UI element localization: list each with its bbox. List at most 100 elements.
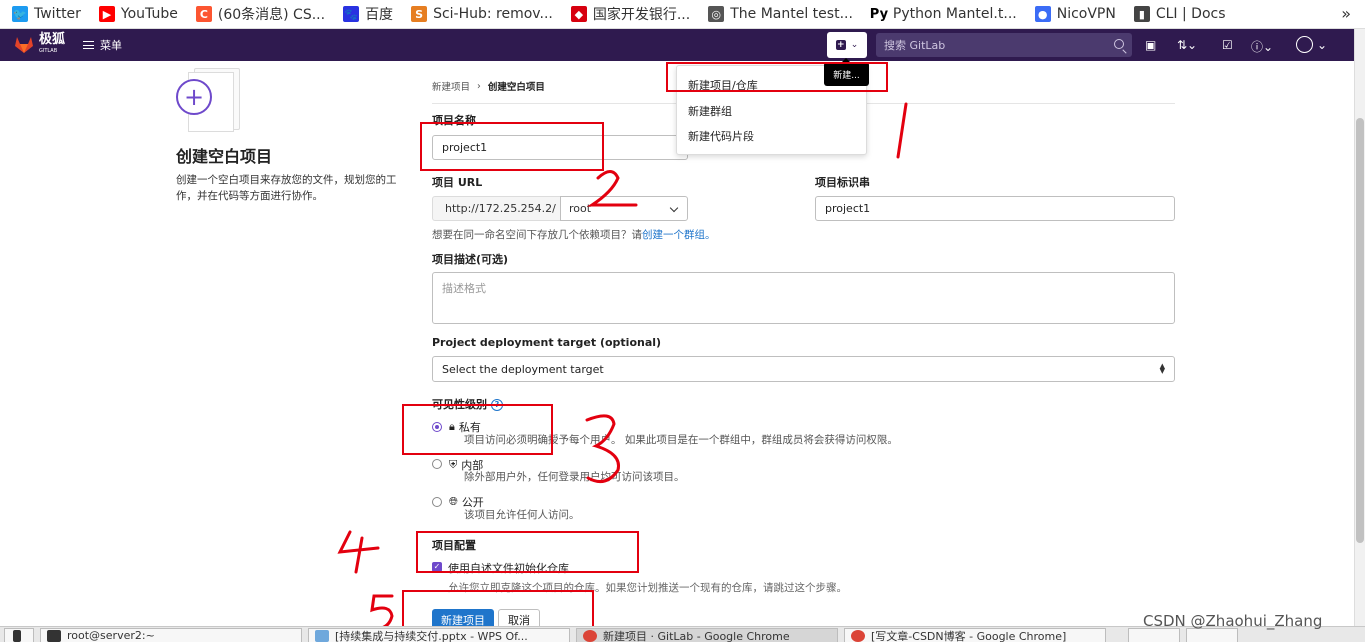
baidu-icon: 🐾 bbox=[343, 6, 360, 22]
create-group-link[interactable]: 创建一个群组。 bbox=[642, 229, 716, 241]
project-slug-label: 项目标识串 bbox=[815, 176, 870, 189]
bookmark-docs[interactable]: ▮ CLI | Docs bbox=[1133, 6, 1226, 22]
docs-icon: ▮ bbox=[1133, 6, 1150, 22]
scihub-icon: S bbox=[411, 6, 428, 22]
globe-icon: ◎ bbox=[708, 6, 725, 22]
project-url-label: 项目 URL bbox=[432, 176, 483, 189]
chevron-down-icon bbox=[669, 203, 679, 213]
gitlab-logo[interactable]: 极狐 GITLAB bbox=[14, 31, 66, 56]
bookmark-baidu[interactable]: 🐾 百度 bbox=[343, 4, 393, 24]
bookmark-label: The Mantel test... bbox=[730, 6, 853, 22]
bookmark-nicovpn[interactable]: ● NicoVPN bbox=[1034, 6, 1116, 22]
todo-icon[interactable]: ☑ bbox=[1222, 38, 1233, 52]
bookmark-label: (60条消息) CS... bbox=[217, 7, 326, 23]
breadcrumb-chevron-icon: › bbox=[477, 80, 481, 92]
fox-logo-icon bbox=[15, 37, 33, 53]
globe-icon: 🌐︎ bbox=[449, 495, 458, 508]
avatar bbox=[1296, 36, 1313, 53]
project-description-textarea[interactable]: 描述格式 bbox=[432, 272, 1175, 324]
logo-text: 极狐 bbox=[39, 31, 66, 47]
bookmark-twitter[interactable]: 🐦 Twitter bbox=[12, 6, 81, 22]
wps-icon bbox=[315, 629, 329, 642]
help-icon[interactable]: ⓘ⌄ bbox=[1251, 38, 1273, 55]
menu-item-new-snippet[interactable]: 新建代码片段 bbox=[688, 128, 754, 144]
logo-subtext: GITLAB bbox=[39, 47, 58, 54]
bookmark-label: Python Mantel.t... bbox=[892, 6, 1017, 22]
bookmark-label: Sci-Hub: remov... bbox=[433, 6, 553, 22]
bookmark-scihub[interactable]: S Sci-Hub: remov... bbox=[411, 6, 553, 22]
workspace-switcher-1[interactable] bbox=[1128, 628, 1180, 642]
blank-project-illustration: + bbox=[176, 68, 240, 132]
bookmark-label: CLI | Docs bbox=[1155, 6, 1226, 22]
annotation-box-2 bbox=[420, 122, 604, 171]
deployment-target-label: Project deployment target (optional) bbox=[432, 336, 662, 349]
more-bookmarks-icon[interactable]: » bbox=[1341, 4, 1351, 23]
group-hint-text: 想要在同一命名空间下存放几个依赖项目？请 bbox=[432, 229, 642, 241]
annotation-number-4 bbox=[337, 530, 380, 574]
new-dropdown-button[interactable]: + ⌄ bbox=[827, 32, 867, 58]
plus-circle-icon: + bbox=[176, 79, 212, 115]
bookmark-cdb[interactable]: ◆ 国家开发银行... bbox=[570, 4, 691, 24]
project-url-prefix: http://172.25.254.2/ bbox=[432, 196, 561, 221]
search-input[interactable]: 搜索 GitLab bbox=[876, 33, 1132, 57]
taskbar-item-chrome-csdn[interactable]: [写文章-CSDN博客 - Google Chrome] bbox=[844, 628, 1106, 642]
visibility-internal-radio[interactable] bbox=[432, 459, 442, 469]
annotation-box-1 bbox=[666, 62, 888, 92]
taskbar-item-chrome-gitlab[interactable]: 新建项目 · GitLab - Google Chrome bbox=[576, 628, 838, 642]
py-icon: Py bbox=[869, 6, 889, 22]
breadcrumb-parent-link[interactable]: 新建项目 bbox=[432, 79, 470, 93]
chrome-icon bbox=[583, 629, 597, 642]
namespace-value: root bbox=[569, 202, 592, 215]
taskbar-item-wps[interactable]: [持续集成与持续交付.pptx - WPS Of... bbox=[308, 628, 570, 642]
bookmarks-bar: 🐦 Twitter ▶ YouTube C (60条消息) CS... 🐾 百度 S Sci-Hu… bbox=[0, 0, 1365, 29]
bookmark-youtube[interactable]: ▶ YouTube bbox=[98, 6, 178, 22]
watermark: CSDN @Zhaohui_Zhang bbox=[1143, 612, 1323, 630]
bookmark-label: NicoVPN bbox=[1056, 6, 1116, 22]
menu-item-new-group[interactable]: 新建群组 bbox=[688, 103, 732, 119]
visibility-public-radio[interactable] bbox=[432, 497, 442, 507]
breadcrumb-current: 创建空白项目 bbox=[487, 82, 545, 93]
user-avatar-menu[interactable]: ⌄ bbox=[1296, 36, 1327, 53]
chevron-down-icon: ⌄ bbox=[850, 40, 859, 50]
bookmark-csdn[interactable]: C (60条消息) CS... bbox=[195, 4, 326, 24]
plus-square-icon: + bbox=[835, 40, 846, 50]
intro-title: 创建空白项目 bbox=[176, 147, 273, 166]
cdb-icon: ◆ bbox=[570, 6, 587, 22]
annotation-box-3 bbox=[402, 404, 553, 455]
visibility-internal-desc: 除外部用户外，任何登录用户均可访问该项目。 bbox=[464, 471, 685, 483]
merge-requests-icon[interactable]: ⇅⌄ bbox=[1177, 38, 1197, 52]
select-arrows-icon: ▲ ▼ bbox=[1159, 362, 1165, 375]
group-hint: 想要在同一命名空间下存放几个依赖项目？请创建一个群组。 bbox=[432, 227, 716, 242]
annotation-number-1 bbox=[896, 102, 908, 159]
issues-icon[interactable]: ▣ bbox=[1145, 38, 1156, 52]
breadcrumb: 新建项目 › 创建空白项目 bbox=[432, 79, 545, 94]
project-slug-input[interactable]: project1 bbox=[815, 196, 1175, 221]
show-desktop-button[interactable] bbox=[4, 628, 34, 642]
main-menu-button[interactable]: 菜单 bbox=[83, 37, 122, 53]
bookmark-globe[interactable]: ◎ The Mantel test... bbox=[708, 6, 853, 22]
deployment-target-select[interactable]: Select the deployment target ▲ ▼ bbox=[432, 356, 1175, 382]
nicovpn-icon: ● bbox=[1034, 6, 1051, 22]
bookmark-py[interactable]: Py Python Mantel.t... bbox=[869, 6, 1017, 22]
youtube-icon: ▶ bbox=[98, 6, 115, 22]
chrome-icon bbox=[851, 629, 865, 642]
search-placeholder: 搜索 GitLab bbox=[884, 39, 946, 52]
namespace-select[interactable]: root bbox=[560, 196, 688, 221]
bookmark-label: 百度 bbox=[365, 7, 394, 23]
desktop-icon bbox=[13, 629, 21, 642]
terminal-icon bbox=[47, 629, 61, 642]
workspace-switcher-2[interactable] bbox=[1186, 628, 1238, 642]
gitlab-header: 极狐 GITLAB 菜单 + ⌄ 搜索 GitLab ▣ ⇅⌄ ☑ ⓘ⌄ ⌄ bbox=[0, 29, 1354, 61]
twitter-icon: 🐦 bbox=[12, 6, 28, 22]
deployment-target-value: Select the deployment target bbox=[442, 362, 604, 376]
search-icon bbox=[1114, 39, 1124, 49]
page-scrollbar-thumb[interactable] bbox=[1356, 118, 1364, 543]
bookmark-label: Twitter bbox=[34, 6, 81, 22]
menu-label: 菜单 bbox=[100, 39, 123, 52]
bookmark-label: 国家开发银行... bbox=[592, 7, 691, 23]
taskbar-item-terminal[interactable]: root@server2:~ bbox=[40, 628, 302, 642]
annotation-box-4 bbox=[416, 531, 639, 573]
csdn-icon: C bbox=[195, 6, 212, 22]
intro-description: 创建一个空白项目来存放您的文件，规划您的工作，并在代码等方面进行协作。 bbox=[176, 174, 397, 202]
shield-icon: ⛨ bbox=[449, 458, 458, 471]
